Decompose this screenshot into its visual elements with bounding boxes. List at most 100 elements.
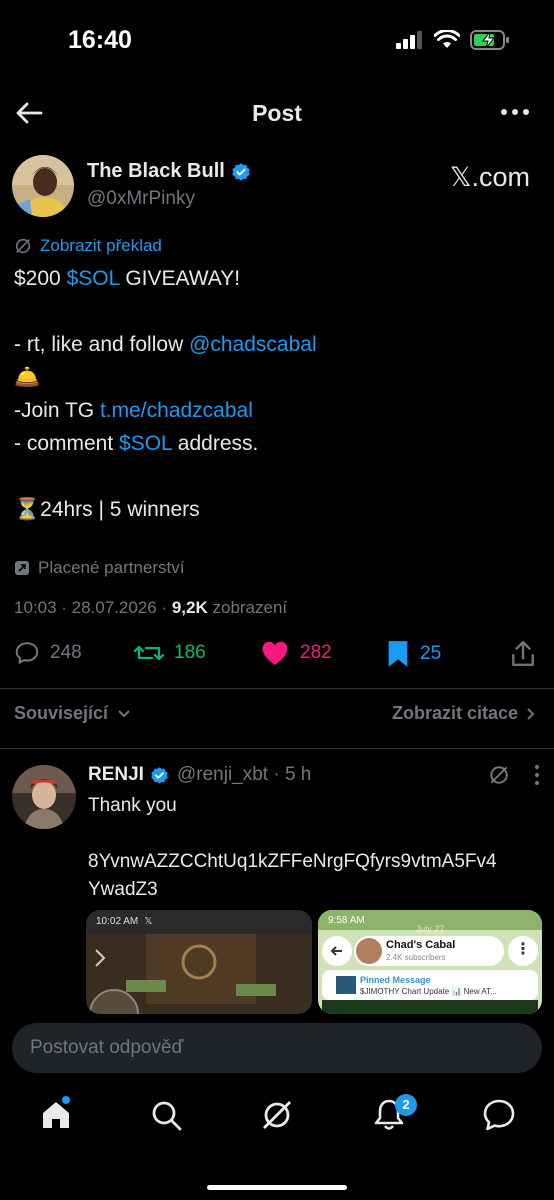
reply-line: 8YvnwAZZCChtUq1kZFFeNrgFQfyrs9vtmA5Fv4 — [88, 851, 497, 872]
wifi-icon — [434, 30, 460, 48]
more-options-icon[interactable] — [500, 102, 530, 122]
status-icons — [396, 30, 510, 50]
view-count: 9,2K — [171, 598, 208, 617]
reply-count: 248 — [50, 642, 82, 663]
post-meta: 10:03 · 28.07.2026 · 9,2K zobrazení — [14, 598, 287, 618]
chevron-down-icon — [118, 710, 130, 718]
header: Post — [0, 90, 554, 140]
heart-icon — [262, 641, 288, 665]
grok-icon[interactable] — [259, 1097, 295, 1133]
reply-media-left[interactable]: 10:02 AM 𝕏 — [86, 910, 312, 1014]
verified-badge-icon — [151, 766, 168, 784]
messages-icon[interactable] — [481, 1097, 517, 1133]
post-line-5: - comment $SOL address. — [14, 427, 544, 460]
reply-header-icons — [488, 764, 540, 786]
page-title: Post — [252, 100, 302, 126]
media-more-icon: ⋮ — [508, 936, 538, 966]
battery-charging-icon — [470, 30, 509, 50]
author-name-text[interactable]: The Black Bull — [87, 160, 225, 183]
post-actions: 248 186 282 25 — [0, 640, 554, 674]
like-button[interactable]: 282 — [260, 640, 332, 666]
post-line-6: ⏳24hrs | 5 winners — [14, 498, 200, 521]
translate-label[interactable]: Zobrazit překlad — [40, 236, 162, 256]
cashtag-link[interactable]: $SOL — [67, 267, 120, 290]
translate-link[interactable]: Zobrazit překlad — [14, 236, 162, 256]
more-options-icon[interactable] — [534, 764, 540, 786]
home-indicator — [207, 1185, 347, 1190]
chevron-right-icon — [527, 707, 535, 720]
view-quotes-link[interactable]: Zobrazit citace — [392, 703, 536, 724]
reply-composer[interactable]: Postovat odpověď — [12, 1023, 542, 1073]
like-count: 282 — [300, 642, 332, 663]
media-logo: 𝕏 — [144, 916, 153, 927]
reply-button[interactable]: 248 — [14, 640, 82, 666]
media-date: July 27 — [415, 924, 445, 934]
author-name[interactable]: The Black Bull — [87, 160, 251, 183]
home-unread-dot — [62, 1096, 70, 1104]
quotes-label[interactable]: Zobrazit citace — [392, 703, 518, 724]
reply-author-name[interactable]: RENJI — [88, 764, 144, 786]
bookmark-button[interactable]: 25 — [386, 640, 441, 668]
post-text: $200 — [14, 267, 67, 290]
paid-label-text: Placené partnerství — [38, 558, 185, 577]
signal-icon — [396, 31, 422, 49]
cashtag-link[interactable]: $SOL — [119, 432, 172, 455]
reply-avatar[interactable] — [12, 765, 76, 829]
related-dropdown[interactable]: Související — [14, 703, 131, 724]
reply-handle-time[interactable]: @renji_xbt · 5 h — [177, 764, 311, 786]
media-pinned-label: Pinned Message — [360, 975, 431, 985]
media-channel-name: Chad's Cabal — [386, 939, 456, 951]
media-pinned-message: Pinned Message $JIMOTHY Chart Update 📊 N… — [322, 970, 538, 1000]
share-icon — [512, 640, 534, 666]
post-text: - comment — [14, 432, 120, 455]
bookmark-icon — [388, 641, 408, 667]
media-back-button — [322, 936, 352, 966]
repost-button[interactable]: 186 — [134, 640, 206, 666]
post-line-2: - rt, like and follow @chadscabal — [14, 328, 544, 361]
reply-text: Thank you 8YvnwAZZCChtUq1kZFFeNrgFQfyrs9… — [88, 792, 548, 904]
reply-line: Thank you — [88, 795, 177, 816]
media-pinned-text: $JIMOTHY Chart Update 📊 New AT... — [360, 987, 497, 996]
share-button[interactable] — [510, 640, 536, 668]
author-avatar[interactable] — [12, 155, 74, 217]
paid-partnership-label: Placené partnerství — [14, 558, 184, 578]
post-body: $200 $SOL GIVEAWAY! - rt, like and follo… — [14, 262, 544, 526]
views-label: zobrazení — [207, 598, 288, 617]
repost-icon — [134, 645, 164, 661]
divider — [0, 748, 554, 749]
bottom-nav — [0, 1085, 554, 1155]
reply-author[interactable]: RENJI @renji_xbt · 5 h — [88, 764, 311, 786]
author-handle[interactable]: @0xMrPinky — [87, 188, 195, 210]
mention-link[interactable]: @chadscabal — [189, 333, 317, 356]
post-line-4: -Join TG t.me/chadzcabal — [14, 394, 544, 427]
media-chart-strip — [322, 1000, 538, 1014]
notification-badge: 2 — [395, 1094, 417, 1116]
search-icon[interactable] — [148, 1097, 184, 1133]
related-label[interactable]: Související — [14, 703, 108, 723]
reply-media-right[interactable]: 9:58 AM July 27 Chad's Cabal 2.4K subscr… — [318, 910, 542, 1014]
paid-promotion-icon — [15, 561, 29, 575]
post-text: GIVEAWAY! — [119, 267, 241, 290]
post-text: -Join TG — [14, 399, 100, 422]
divider — [0, 688, 554, 689]
verified-badge-icon — [232, 162, 250, 181]
bell-emoji: 🛎️ — [14, 366, 41, 389]
media-time: 10:02 AM — [96, 916, 139, 927]
grok-icon[interactable] — [488, 764, 510, 786]
telegram-link[interactable]: t.me/chadzcabal — [100, 399, 253, 422]
x-com-watermark: 𝕏.com — [449, 162, 530, 192]
media-status-bar: 10:02 AM 𝕏 — [86, 910, 312, 934]
media-subscribers: 2.4K subscribers — [386, 953, 446, 962]
reply-blank-line — [88, 820, 548, 848]
composer-placeholder[interactable]: Postovat odpověď — [30, 1037, 183, 1059]
repost-count: 186 — [174, 642, 206, 663]
reply-line: YwadZ3 — [88, 879, 158, 900]
reply-icon — [15, 642, 39, 664]
post-timestamp[interactable]: 10:03 · 28.07.2026 · — [14, 598, 172, 617]
status-time: 16:40 — [68, 26, 132, 54]
status-bar: 16:40 — [0, 0, 554, 80]
grok-icon — [15, 238, 31, 254]
post-text: - rt, like and follow — [14, 333, 190, 356]
